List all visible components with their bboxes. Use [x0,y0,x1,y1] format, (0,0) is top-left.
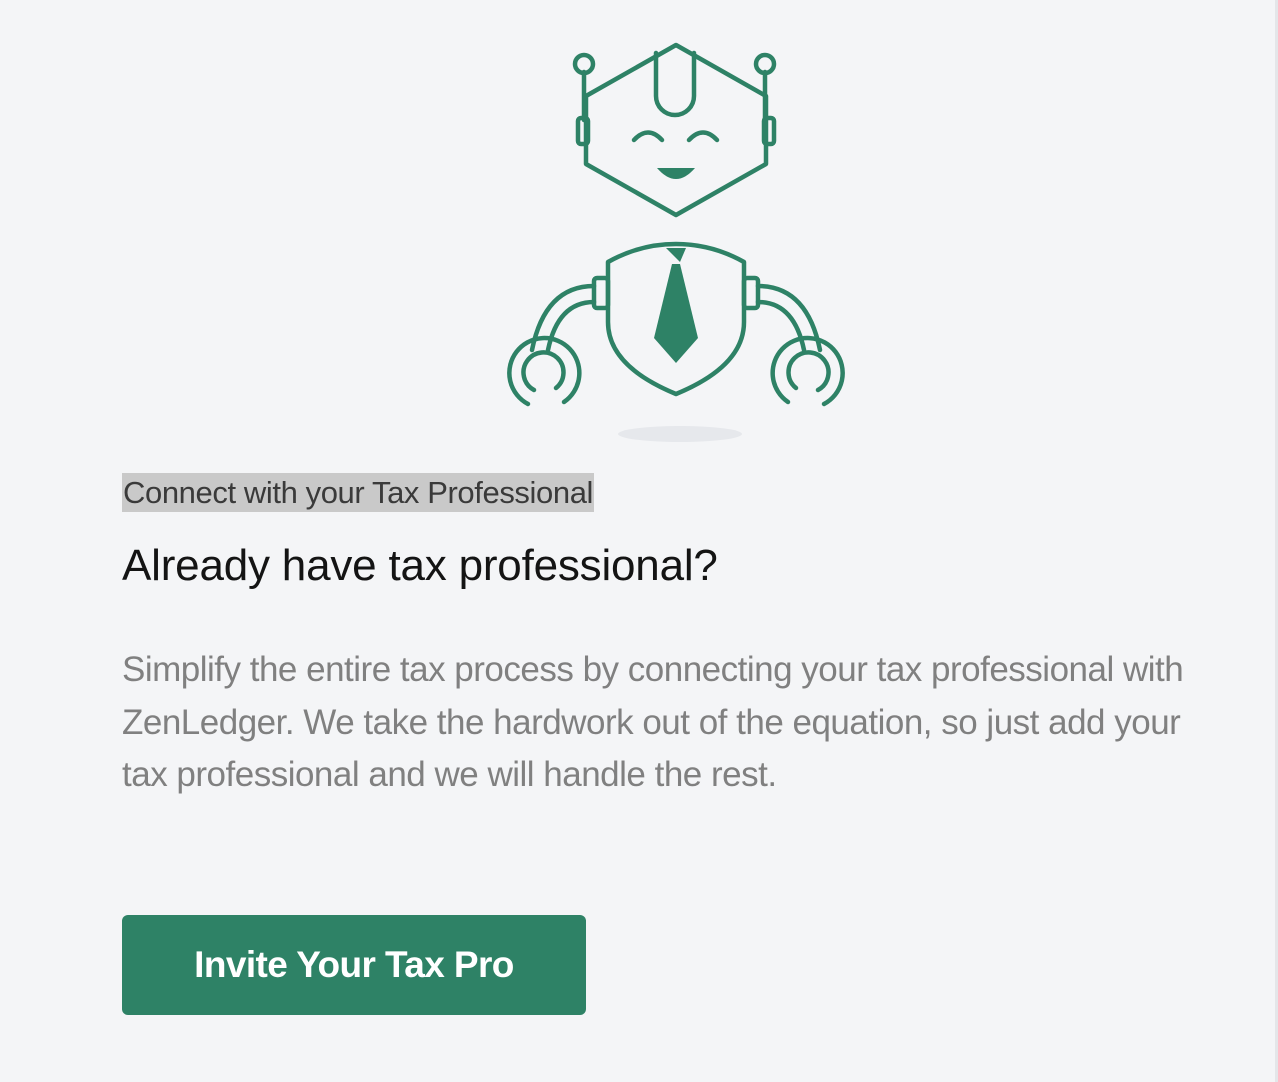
invite-tax-pro-button[interactable]: Invite Your Tax Pro [122,915,586,1015]
section-eyebrow-label: Connect with your Tax Professional [122,473,595,512]
card-heading: Already have tax professional? [122,541,718,590]
robot-illustration [490,30,866,450]
card-description: Simplify the entire tax process by conne… [122,650,1184,794]
robot-icon [507,42,845,442]
